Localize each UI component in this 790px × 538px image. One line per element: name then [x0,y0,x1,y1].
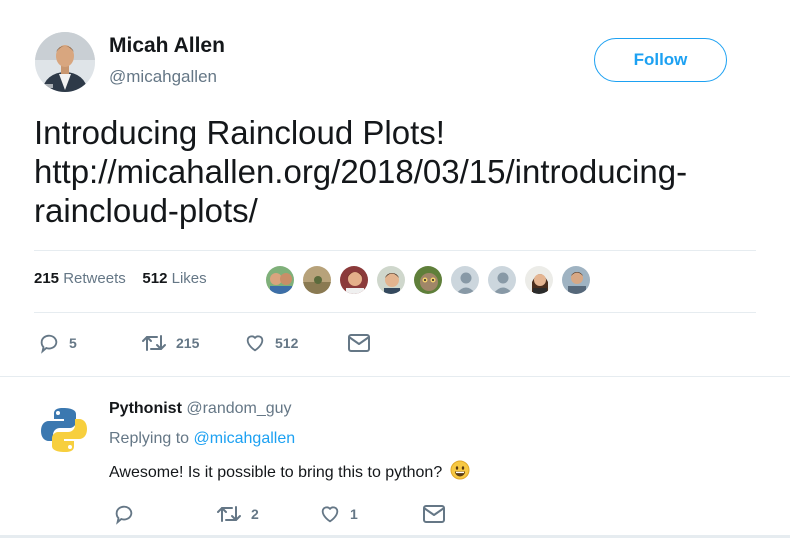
reply-author-name: Pythonist [109,400,182,417]
liker-avatar[interactable] [302,265,332,295]
divider [34,250,756,251]
reply-count: 5 [69,335,77,351]
speech-bubble-icon [38,332,60,354]
message-action[interactable] [347,332,371,354]
liker-avatar[interactable] [265,265,295,295]
heart-icon [319,503,341,525]
retweet-arrows-icon [141,332,167,354]
reply-retweet-action[interactable]: 2 [216,503,259,525]
python-logo-icon [38,408,90,460]
reply-author[interactable]: Pythonist @random_guy [109,400,292,418]
divider [34,312,756,313]
likes-count: 512 [142,270,168,287]
retweets-count: 215 [34,270,60,287]
liker-avatar[interactable] [561,265,591,295]
reply-text: Awesome! Is it possible to bring this to… [109,460,470,485]
retweets-label: Retweets [63,270,126,287]
tweet-text-line[interactable]: http://micahallen.org/2018/03/15/introdu… [34,152,764,191]
tweet-text-line: Introducing Raincloud Plots! [34,114,445,151]
reply-reply-action[interactable] [113,503,135,525]
reply-retweet-count: 2 [251,506,259,522]
liker-avatar[interactable] [524,265,554,295]
retweets-stat[interactable]: 215 Retweets [34,270,126,287]
follow-button[interactable]: Follow [594,38,727,82]
likes-stat[interactable]: 512 Likes [142,270,206,287]
envelope-icon [347,332,371,354]
replying-to-link[interactable]: @micahgallen [194,430,296,447]
liker-avatar[interactable] [339,265,369,295]
author-avatar[interactable] [35,32,95,92]
like-action[interactable]: 512 [244,332,298,354]
likes-label: Likes [171,270,207,287]
retweet-action[interactable]: 215 [141,332,199,354]
replying-to: Replying to @micahgallen [109,430,295,448]
tweet-text-line[interactable]: raincloud-plots/ [34,191,764,230]
reply-message-action[interactable] [422,503,446,525]
grinning-face-icon [450,460,470,485]
heart-icon [244,332,266,354]
retweet-arrows-icon [216,503,242,525]
reply-like-action[interactable]: 1 [319,503,358,525]
reply-action[interactable]: 5 [38,332,77,354]
speech-bubble-icon [113,503,135,525]
liker-avatar[interactable] [413,265,443,295]
liker-avatar[interactable] [450,265,480,295]
reply-author-avatar[interactable] [38,404,90,456]
reply-text-content: Awesome! Is it possible to bring this to… [109,463,443,481]
tweet-text: Introducing Raincloud Plots! http://mica… [34,113,764,230]
author-name[interactable]: Micah Allen [109,34,225,58]
liker-avatar[interactable] [376,265,406,295]
retweet-count: 215 [176,335,200,351]
envelope-icon [422,503,446,525]
reply-author-handle: @random_guy [186,400,292,417]
tweet-stats: 215 Retweets 512 Likes [34,270,207,287]
replying-prefix: Replying to [109,430,190,447]
author-handle[interactable]: @micahgallen [109,67,217,87]
divider [0,376,790,377]
reply-like-count: 1 [350,506,358,522]
liker-avatar[interactable] [487,265,517,295]
like-count: 512 [275,335,299,351]
liker-avatars [265,265,598,297]
